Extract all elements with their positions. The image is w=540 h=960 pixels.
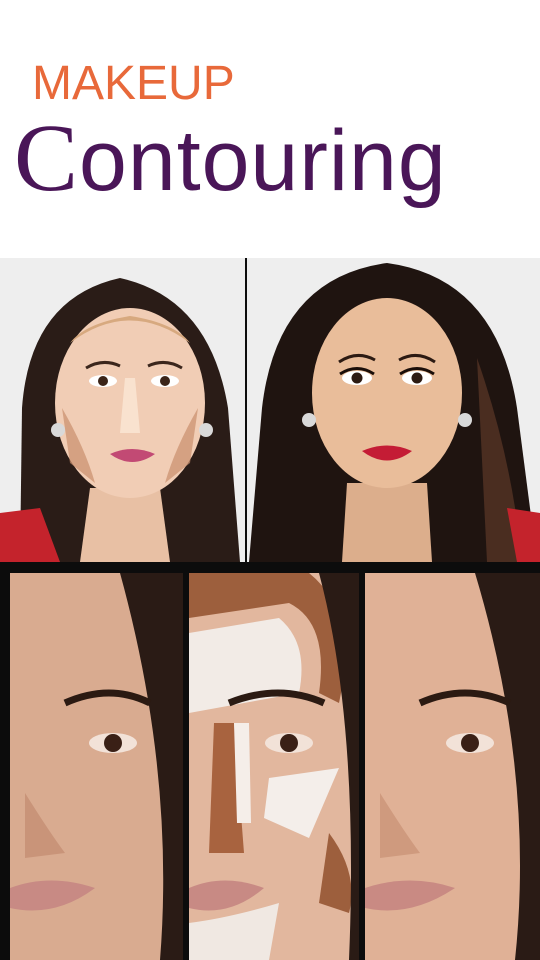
finished-look-portrait — [247, 258, 540, 562]
before-closeup — [10, 573, 183, 960]
frame-divider — [0, 573, 10, 960]
title-main: Contouring — [14, 108, 447, 211]
contour-map-closeup — [189, 573, 359, 960]
frame-divider — [0, 562, 540, 573]
title-header: MAKEUP Contouring — [0, 0, 540, 258]
title-initial: C — [14, 104, 80, 211]
contour-applied-portrait — [0, 258, 245, 562]
after-closeup — [365, 573, 540, 960]
frame-divider — [245, 258, 247, 562]
title-rest: ontouring — [79, 113, 447, 209]
